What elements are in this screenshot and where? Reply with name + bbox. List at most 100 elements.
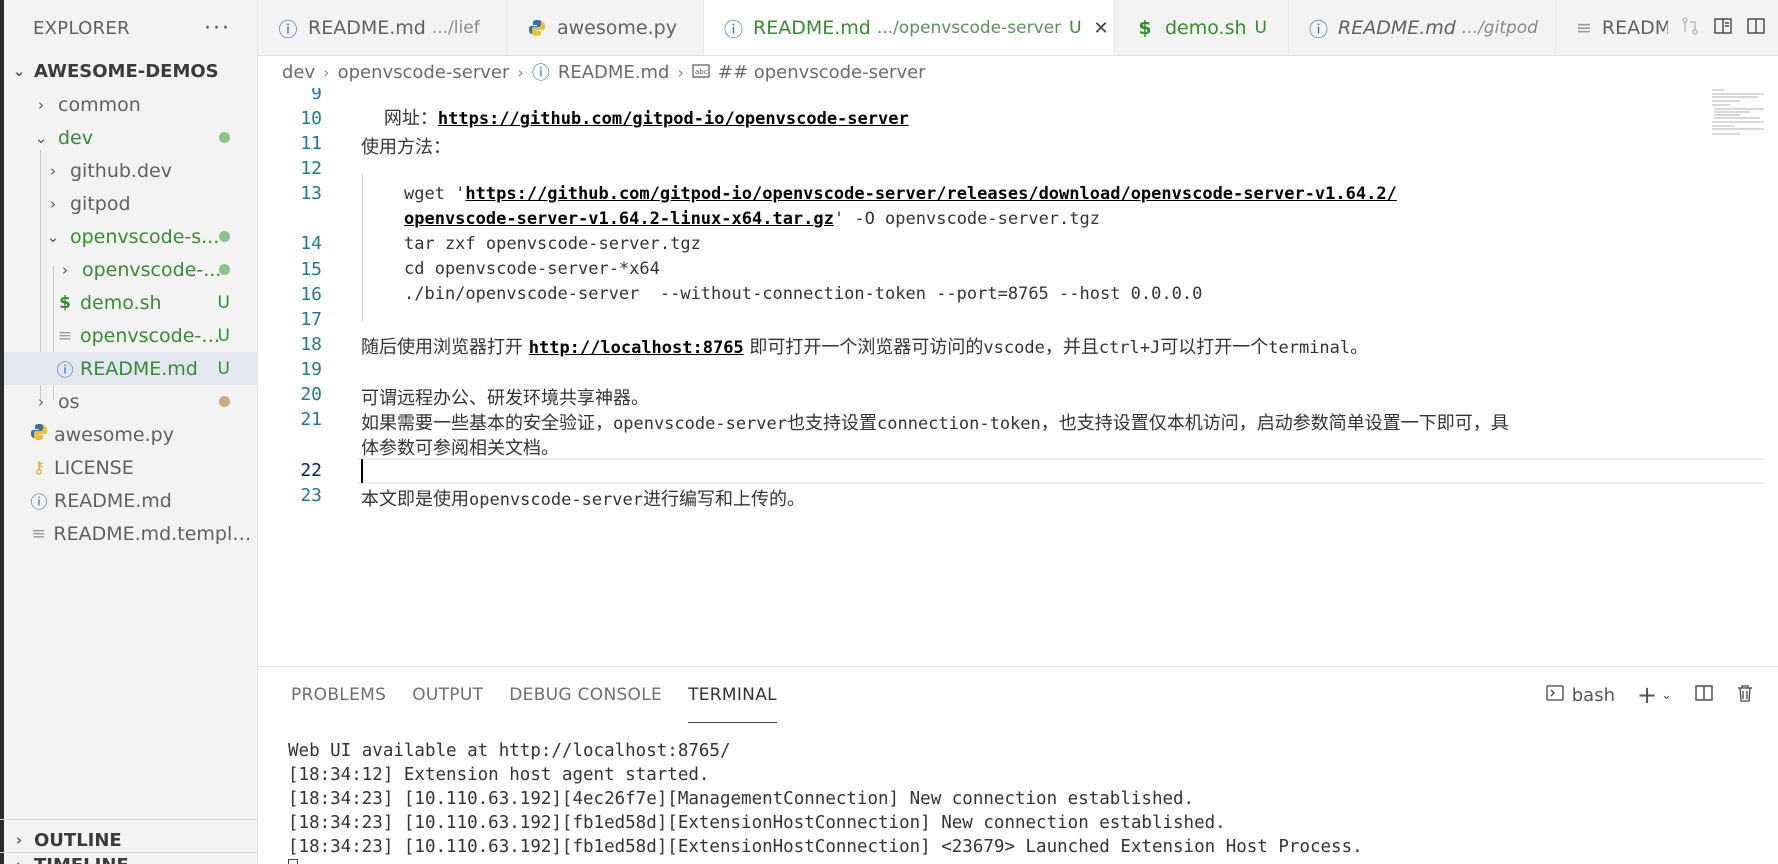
code-line-13-wrap: openvscode-server-v1.64.2-linux-x64.tar.… [404,209,1100,229]
split-editor-icon[interactable] [1746,16,1766,40]
chevron-down-icon: ⌄ [34,128,48,147]
tree-item-readme-template[interactable]: ≡ README.md.template [4,517,257,550]
line-number: 22 [300,460,322,481]
more-actions-icon[interactable]: ··· [204,16,231,41]
key-icon: ⚷ [32,457,46,478]
text: ，也支持设置仅本机访问，启动参数简单设置一下即可，具 [1040,413,1509,434]
modified-dot [219,227,230,247]
tree-item-os[interactable]: › os [4,385,257,418]
tab-output[interactable]: OUTPUT [412,667,483,723]
terminal-cursor [288,859,298,864]
text: 进行编写和上传的。 [643,489,805,510]
github-link[interactable]: https://github.com/gitpod-io/openvscode-… [438,109,909,129]
info-icon: ⓘ [724,18,744,41]
tree-item-label: README.md [80,357,198,380]
code-line-18: 随后使用浏览器打开 http://localhost:8765 即可打开一个浏览… [361,333,1368,359]
breadcrumb-item[interactable]: openvscode-server [338,62,510,83]
chevron-right-icon: › [15,831,23,849]
tree-item-openvscode-file[interactable]: ≡ openvscode-s... U [4,319,257,352]
code-line-23: 本文即是使用openvscode-server进行编写和上传的。 [361,485,805,511]
tab-terminal[interactable]: TERMINAL [688,667,777,723]
tab-demo-sh[interactable]: $ demo.sh U [1115,0,1289,55]
tree-item-readme-root[interactable]: ⓘ README.md [4,484,257,517]
text-caret [361,459,363,483]
bottom-panel: PROBLEMS OUTPUT DEBUG CONSOLE TERMINAL b… [258,666,1778,864]
terminal-line: [18:34:23] [10.110.63.192][4ec26f7e][Man… [288,789,1195,809]
tab-awesome-py[interactable]: awesome.py [507,0,704,55]
tab-label: READM [1601,17,1672,39]
tab-label: awesome.py [557,17,677,39]
terminal-line: [18:34:23] [10.110.63.192][fb1ed58d][Ext… [288,837,1363,857]
info-icon: ⓘ [56,361,74,381]
download-link-continued[interactable]: openvscode-server-v1.64.2-linux-x64.tar.… [404,209,834,229]
tab-readme-lief[interactable]: ⓘ README.md .../lief [258,0,507,55]
python-icon [28,423,50,446]
line-number: 18 [300,334,322,355]
trash-icon[interactable] [1736,683,1754,708]
lines-icon: ≡ [57,325,73,346]
line-number: 15 [300,259,322,280]
tab-debug-console[interactable]: DEBUG CONSOLE [509,667,662,723]
code-line-20: 可谓远程办公、研发环境共享神器。 [361,388,649,409]
tab-label: README.md [1338,17,1456,39]
text: 。 [1350,337,1369,358]
timeline-section[interactable]: › TIMELINE [0,852,257,864]
breadcrumb-item[interactable]: dev [282,62,315,83]
svg-text:abc: abc [695,68,708,76]
localhost-link[interactable]: http://localhost:8765 [529,338,744,358]
dollar-icon: $ [59,292,71,313]
open-changes-icon[interactable] [1680,16,1700,40]
tab-description: .../openvscode-server [876,18,1062,38]
explorer-title: EXPLORER [33,17,130,39]
workspace-root[interactable]: ⌄ AWESOME-DEMOS [0,56,257,86]
tree-item-license[interactable]: ⚷ LICENSE [4,451,257,484]
tab-readme-openvscode-server[interactable]: ⓘ README.md .../openvscode-server U ✕ [704,0,1115,55]
breadcrumb-item[interactable]: ## openvscode-server [718,62,926,83]
breadcrumb: dev › openvscode-server › ⓘ README.md › … [258,56,1718,88]
tree-item-common[interactable]: › common [4,88,257,121]
text: vscode [983,338,1045,358]
tree-item-openvscode-server-folder[interactable]: ⌄ openvscode-s... [4,220,257,253]
close-icon[interactable]: ✕ [1094,18,1109,39]
code-editor[interactable]: 9 10 11 12 13 14 15 16 17 18 19 20 21 22… [258,88,1778,666]
tree-item-label: dev [58,126,93,149]
tab-label: README.md [308,17,426,39]
code-line-11: 使用方法： [361,137,451,158]
text: 随后使用浏览器打开 [361,337,529,358]
info-icon: ⓘ [1309,18,1329,41]
tree-item-dev[interactable]: ⌄ dev [4,121,257,154]
tree-item-awesome-py[interactable]: awesome.py [4,418,257,451]
terminal-output[interactable]: Web UI available at http://localhost:876… [288,739,1363,859]
tree-item-demo-sh[interactable]: $ demo.sh U [4,286,257,319]
tree-item-gitpod[interactable]: › gitpod [4,187,257,220]
code-line-16: ./bin/openvscode-server --without-connec… [404,284,1203,304]
open-preview-icon[interactable] [1713,16,1733,40]
text: 可以打开一个 [1160,337,1269,358]
code-line-13: wget 'https://github.com/gitpod-io/openv… [404,184,1397,204]
tab-readme-gitpod[interactable]: ⓘ README.md .../gitpod [1289,0,1556,55]
shell-name: bash [1571,684,1615,706]
outline-label: OUTLINE [34,829,122,851]
split-terminal-icon[interactable] [1694,683,1714,708]
tree-item-github-dev[interactable]: › github.dev [4,154,257,187]
modified-dot [219,128,230,148]
terminal-icon [1546,684,1564,707]
text: ，并且 [1044,337,1099,358]
tree-item-label: README.md [54,489,172,512]
minimap[interactable] [1710,88,1766,138]
terminal-shell-selector[interactable]: bash [1546,684,1615,707]
chevron-right-icon: › [517,62,524,82]
new-terminal-button[interactable]: + ⌄ [1637,683,1672,707]
text: 即可打开一个浏览器可访问的 [743,337,984,358]
tab-problems[interactable]: PROBLEMS [291,667,386,723]
tree-item-openvscode-subfolder[interactable]: › openvscode-... [4,253,257,286]
info-icon: ⓘ [531,63,550,84]
tree-item-readme-selected[interactable]: ⓘ README.md U [4,352,257,385]
download-link[interactable]: https://github.com/gitpod-io/openvscode-… [465,184,1396,204]
terminal-line: Web UI available at http://localhost:876… [288,741,731,761]
tab-readme-overflow[interactable]: ≡ READM [1556,0,1676,55]
explorer-sidebar: EXPLORER ··· ⌄ AWESOME-DEMOS › common ⌄ … [0,0,258,864]
line-number: 12 [300,158,322,179]
breadcrumb-item[interactable]: README.md [558,62,670,83]
dollar-icon: $ [1138,17,1152,39]
